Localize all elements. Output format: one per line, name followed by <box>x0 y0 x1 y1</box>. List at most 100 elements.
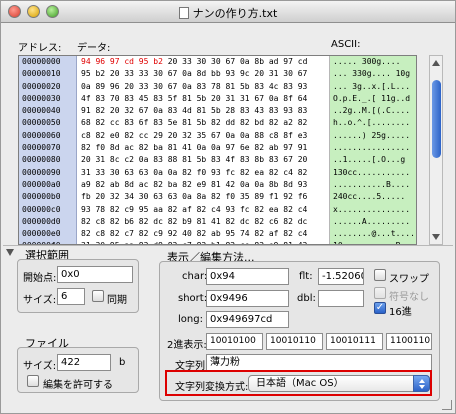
hex-editor-pane[interactable]: 00000000 00000010 00000020 00000030 00000040… <box>18 55 417 245</box>
address-row: 00000040 <box>22 106 61 116</box>
hex-row[interactable]: a9 82 ab 8d ac 82 ba 82 e9 81 42 0a 0a 8… <box>77 179 329 191</box>
hex-row[interactable]: 82 f0 8d ac 82 ba 81 41 0a 0a 97 6e 82 a… <box>77 142 329 154</box>
binary-field-2[interactable]: 10010110 <box>266 333 323 350</box>
hex-row[interactable]: 94 96 97 cd 95 b2 20 33 30 30 67 0a 8b a… <box>77 56 329 68</box>
ascii-row[interactable]: 130cc........... <box>330 167 416 179</box>
hex-bytes: 20 31 8c c2 0a 83 88 81 5b 83 4f 83 8b 8… <box>81 155 308 165</box>
ascii-row[interactable]: ..2g..M.[(.C.... <box>330 105 416 117</box>
document-icon <box>178 7 189 19</box>
hex-row[interactable]: 91 82 20 32 67 0a 83 4d 81 5b 28 83 43 8… <box>77 105 329 117</box>
hex-selected-bytes: 94 96 97 cd 95 b2 <box>81 57 163 66</box>
binary-field-1[interactable]: 10010100 <box>206 333 263 350</box>
short-label: short: <box>178 293 208 304</box>
hex-bytes: 68 82 cc 83 6f 83 5e 81 5b 82 dd 82 bd 8… <box>81 118 308 128</box>
vertical-scrollbar[interactable] <box>429 55 443 245</box>
scroll-up-arrow-icon[interactable] <box>432 60 440 66</box>
sync-checkbox[interactable] <box>92 290 104 302</box>
section-divider <box>3 245 453 246</box>
hex-bytes: 20 33 30 30 67 0a 8b ad 97 cd <box>162 57 308 66</box>
char-label: char: <box>182 271 208 282</box>
swap-label: スワップ <box>389 274 429 285</box>
hex-bytes: c8 82 e0 82 cc 29 20 32 35 67 0a 0a 88 c… <box>81 130 308 140</box>
ascii-row[interactable]: ........@...t.... <box>330 228 416 240</box>
hex-bytes: 82 c8 82 c7 82 c9 92 40 82 ab 95 74 82 a… <box>81 229 308 239</box>
address-row: 00000030 <box>22 93 61 103</box>
flt-field[interactable]: -1.5206004231 <box>318 268 364 285</box>
hex-label: 16進 <box>389 307 412 318</box>
address-row: 00000080 <box>22 155 61 165</box>
hex-row[interactable]: 31 33 30 63 63 0a 0a 82 f0 93 fc 82 ea 8… <box>77 167 329 179</box>
hex-bytes: 31 33 30 63 63 0a 0a 82 f0 93 fc 82 ea 8… <box>81 167 308 177</box>
address-row: 00000090 <box>22 167 61 177</box>
char-field[interactable]: 0x94 <box>206 268 289 285</box>
address-label: アドレス: <box>18 43 62 54</box>
address-row: 00000060 <box>22 130 61 140</box>
disclosure-triangle-icon[interactable] <box>6 249 14 256</box>
file-size-field: 422 <box>57 354 111 371</box>
allow-edit-label: 編集を許可する <box>43 380 113 391</box>
ascii-row[interactable]: h..o.^.[........ <box>330 117 416 129</box>
hex-row[interactable]: 82 c8 82 c7 82 c9 92 40 82 ab 95 74 82 a… <box>77 228 329 240</box>
hex-data-column[interactable]: 94 96 97 cd 95 b2 20 33 30 30 67 0a 8b a… <box>77 56 330 244</box>
flt-label: flt: <box>299 271 313 282</box>
long-label: long: <box>178 314 203 325</box>
ascii-row[interactable]: ... 3g..x.[.L... <box>330 81 416 93</box>
sync-label: 同期 <box>107 295 127 306</box>
window-title-text: ナンの作り方.txt <box>192 7 278 20</box>
hex-bytes: 91 82 20 32 67 0a 83 4d 81 5b 28 83 43 8… <box>81 106 308 116</box>
hex-bytes: 82 c8 82 b6 82 dc 82 b9 81 41 82 dc 82 c… <box>81 216 308 226</box>
address-row: 000000a0 <box>22 179 61 189</box>
hex-row[interactable]: 82 c8 82 b6 82 dc 82 b9 81 41 82 dc 82 c… <box>77 216 329 228</box>
address-row: 000000c0 <box>22 204 61 214</box>
long-field[interactable]: 0x949697cd <box>206 311 289 328</box>
ascii-row[interactable]: ...........B.... <box>330 179 416 191</box>
hex-row[interactable]: 68 82 cc 83 6f 83 5e 81 5b 82 dd 82 bd 8… <box>77 117 329 129</box>
range-size-field[interactable]: 6 <box>57 288 85 305</box>
ascii-column[interactable]: ..... 300g....... 330g.... 10g... 3g..x.… <box>330 56 416 244</box>
hex-row[interactable]: fb 20 32 34 30 63 63 0a 8a 82 f0 35 89 f… <box>77 191 329 203</box>
ascii-row[interactable]: x............... <box>330 204 416 216</box>
range-size-label: サイズ: <box>23 295 57 306</box>
scroll-thumb[interactable] <box>432 80 441 158</box>
dbl-field[interactable] <box>318 290 364 307</box>
highlight-box <box>165 370 432 396</box>
hex-row[interactable]: 95 b2 20 33 33 30 67 0a 8d bb 93 9c 20 3… <box>77 68 329 80</box>
ascii-row[interactable]: ... 330g.... 10g <box>330 68 416 80</box>
hex-row[interactable]: 0a 89 96 20 33 30 67 0a 83 78 81 5b 83 4… <box>77 81 329 93</box>
hex-row[interactable]: c8 82 e0 82 cc 29 20 32 35 67 0a 0a 88 c… <box>77 130 329 142</box>
hex-bytes: a9 82 ab 8d ac 82 ba 82 e9 81 42 0a 0a 8… <box>81 179 308 189</box>
ascii-row[interactable]: ..1.....[.O...g <box>330 154 416 166</box>
ascii-row[interactable]: O.p.E._.[ 11g..d <box>330 93 416 105</box>
scroll-down-arrow-icon[interactable] <box>432 234 440 240</box>
start-field[interactable]: 0x0 <box>57 266 133 283</box>
ascii-row[interactable]: ................ <box>330 142 416 154</box>
hex-row[interactable]: 20 31 8c c2 0a 83 88 81 5b 83 4f 83 8b 8… <box>77 154 329 166</box>
hex-row[interactable]: 93 78 82 c9 95 aa 82 af 82 c4 93 fc 82 e… <box>77 204 329 216</box>
swap-checkbox[interactable] <box>374 269 386 281</box>
hex-bytes: 4f 83 70 83 45 83 5f 81 5b 20 31 31 67 0… <box>81 93 308 103</box>
string-field[interactable]: 薄力粉 <box>206 354 432 371</box>
hex-bytes: fb 20 32 34 30 63 63 0a 8a 82 f0 35 89 f… <box>81 192 308 202</box>
address-row: 00000020 <box>22 81 61 91</box>
address-row: 00000070 <box>22 143 61 153</box>
hex-row[interactable]: 4f 83 70 83 45 83 5f 81 5b 20 31 31 67 0… <box>77 93 329 105</box>
allow-edit-checkbox[interactable] <box>27 375 39 387</box>
short-field[interactable]: 0x9496 <box>206 290 289 307</box>
ascii-row[interactable]: ......A......... <box>330 216 416 228</box>
binary-field-4[interactable]: 11001101 <box>386 333 432 350</box>
ascii-row[interactable]: 240cc....5..... <box>330 191 416 203</box>
resize-handle[interactable] <box>442 400 452 410</box>
unsigned-checkbox <box>374 287 386 299</box>
binary-field-3[interactable]: 10010111 <box>326 333 383 350</box>
data-label: データ: <box>77 43 111 54</box>
file-size-label: サイズ: <box>23 361 57 372</box>
title-bar: ナンの作り方.txt <box>1 1 455 23</box>
hex-bytes: 0a 89 96 20 33 30 67 0a 83 78 81 5b 83 4… <box>81 81 308 91</box>
main-window: ナンの作り方.txt アドレス: データ: ASCII: 00000000 000… <box>0 0 456 414</box>
hex-checkbox[interactable]: ✓ <box>374 302 386 314</box>
start-label: 開始点: <box>23 273 57 284</box>
ascii-row[interactable]: ..... 300g.... <box>330 56 416 68</box>
unsigned-label: 符号なし <box>389 292 429 303</box>
ascii-label: ASCII: <box>331 39 361 50</box>
ascii-row[interactable]: ......) 25g..... <box>330 130 416 142</box>
